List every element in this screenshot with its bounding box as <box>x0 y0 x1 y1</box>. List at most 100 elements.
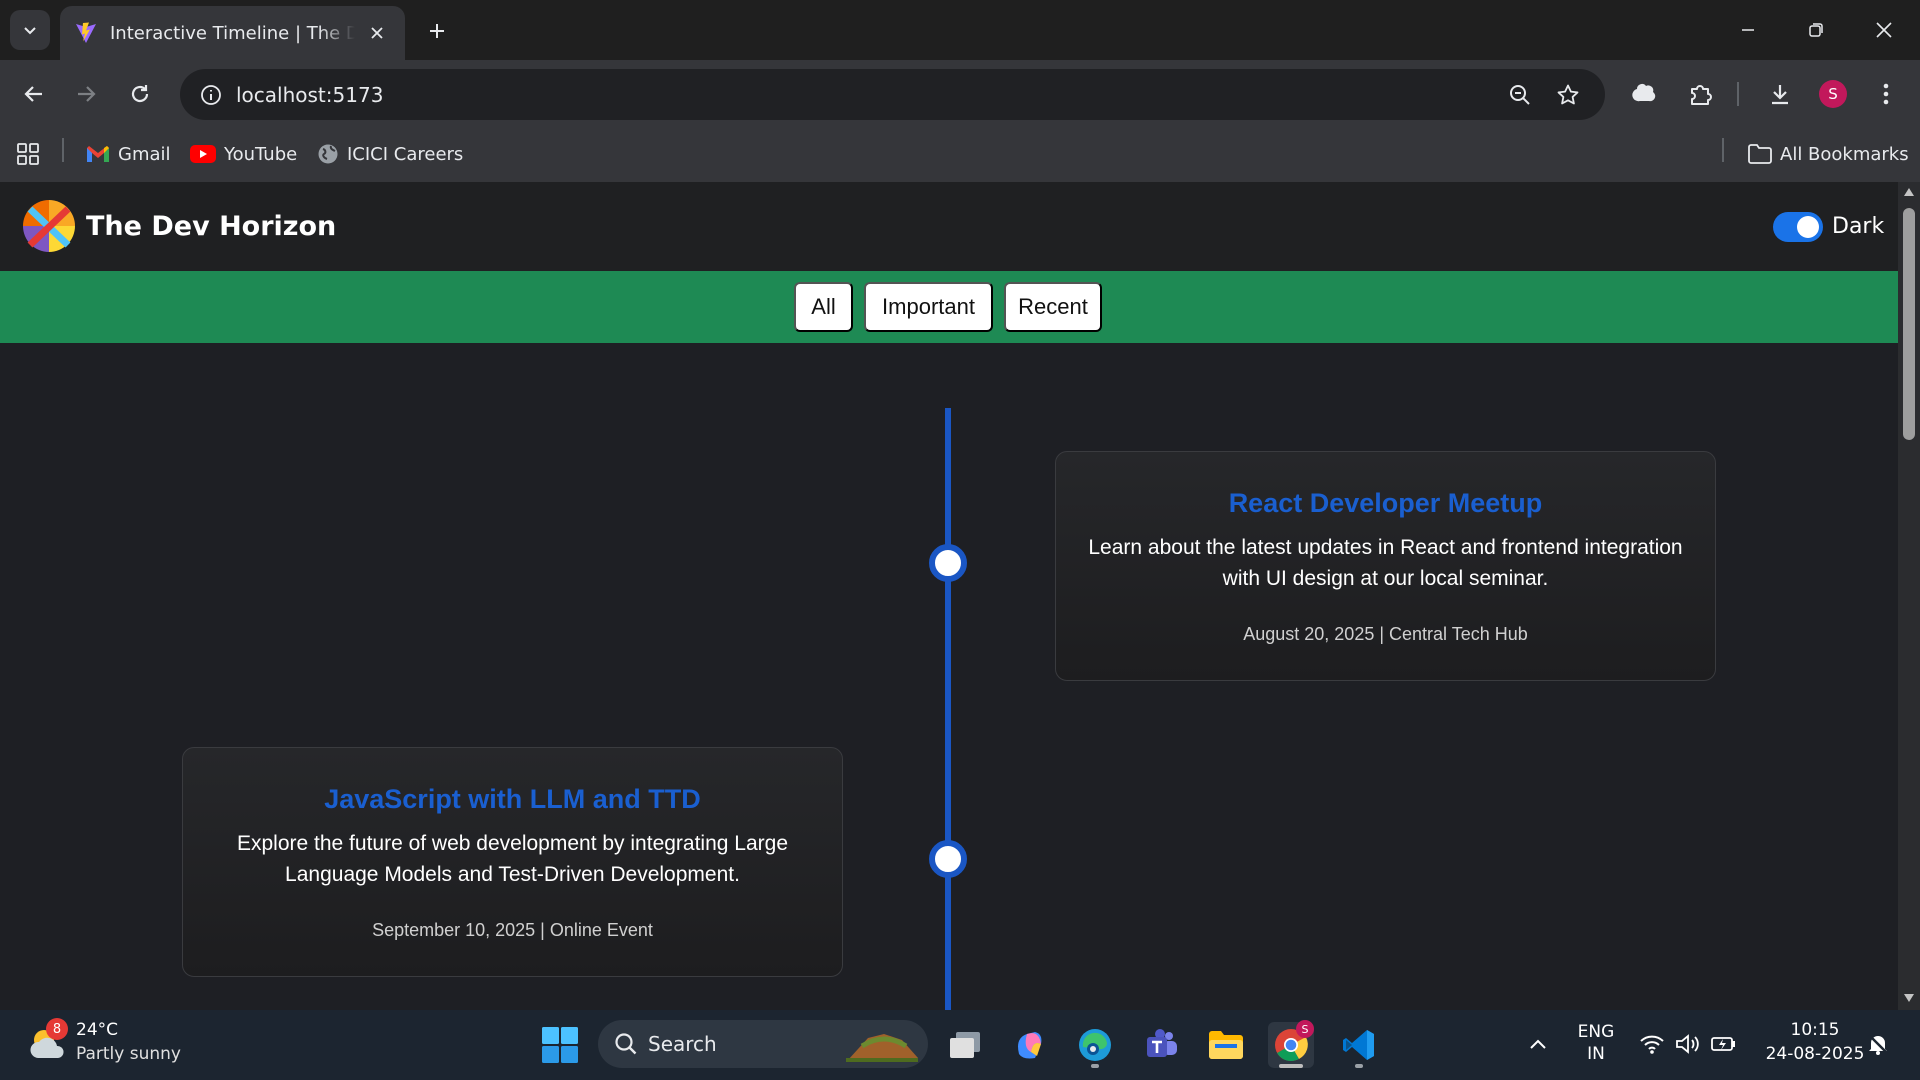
url-text[interactable]: localhost:5173 <box>236 83 383 107</box>
extensions-button[interactable] <box>1680 74 1720 114</box>
avatar: S <box>1819 80 1847 108</box>
apps-button[interactable] <box>16 136 48 172</box>
notifications-button[interactable] <box>1864 1030 1892 1058</box>
reload-icon <box>131 85 149 103</box>
browser-tab-active[interactable]: Interactive Timeline | The Dev Horizon <box>60 6 405 60</box>
filter-recent-button[interactable]: Recent <box>1004 282 1102 332</box>
volume-button[interactable] <box>1674 1030 1702 1058</box>
extension-puzzle-button[interactable] <box>1624 74 1664 114</box>
bookmark-separator <box>62 138 64 162</box>
event-title: React Developer Meetup <box>1228 488 1543 518</box>
clock-date[interactable]: 24-08-2025 <box>1760 1044 1870 1064</box>
chrome-app[interactable]: S <box>1268 1020 1314 1068</box>
timeline-dot <box>929 544 967 582</box>
bookmark-label: ICICI Careers <box>347 143 464 165</box>
plus-icon <box>430 24 444 38</box>
folder-icon <box>1748 144 1772 164</box>
taskbar-search[interactable]: Search <box>598 1020 928 1068</box>
show-hidden-icons-button[interactable] <box>1524 1030 1552 1058</box>
language-indicator[interactable]: ENG <box>1573 1022 1619 1042</box>
speaker-icon <box>1676 1034 1699 1054</box>
vscode-app[interactable] <box>1336 1022 1382 1068</box>
minimize-button[interactable] <box>1722 10 1774 50</box>
minimize-icon <box>1742 29 1754 31</box>
chevron-up-icon <box>1530 1039 1546 1049</box>
star-icon <box>1557 84 1579 104</box>
filter-important-button[interactable]: Important <box>864 282 993 332</box>
event-meta: August 20, 2025 | Central Tech Hub <box>1243 624 1528 644</box>
forward-button[interactable] <box>66 74 106 114</box>
timeline-line <box>945 408 951 1010</box>
battery-button[interactable] <box>1710 1030 1738 1058</box>
back-button[interactable] <box>14 74 54 114</box>
language-region[interactable]: IN <box>1573 1044 1619 1064</box>
info-icon <box>201 84 221 105</box>
address-bar[interactable]: localhost:5173 <box>180 69 1605 120</box>
folder-icon <box>1209 1031 1243 1059</box>
battery-charging-icon <box>1711 1037 1735 1051</box>
notification-bell-icon <box>1868 1034 1888 1055</box>
zoom-button[interactable] <box>1498 69 1542 120</box>
scroll-up-arrow[interactable] <box>1903 186 1915 198</box>
event-card-javascript-llm[interactable]: JavaScript with LLM and TTD Explore the … <box>182 747 843 977</box>
edge-app[interactable] <box>1072 1022 1118 1068</box>
youtube-icon <box>190 145 216 163</box>
weather-condition[interactable]: Partly sunny <box>76 1044 181 1064</box>
site-title: The Dev Horizon <box>86 211 337 242</box>
tab-search-button[interactable] <box>10 10 50 50</box>
page-viewport: The Dev Horizon Dark All Important Recen… <box>0 182 1898 1010</box>
close-window-button[interactable] <box>1858 10 1910 50</box>
chevron-down-icon <box>24 27 36 35</box>
filter-all-button[interactable]: All <box>794 282 853 332</box>
site-info-button[interactable] <box>186 69 236 120</box>
bookmark-separator <box>1722 138 1724 162</box>
clock-time[interactable]: 10:15 <box>1760 1020 1870 1040</box>
zoom-out-icon <box>1510 84 1530 105</box>
weather-temperature[interactable]: 24°C <box>76 1020 118 1040</box>
scroll-down-arrow[interactable] <box>1903 992 1915 1004</box>
tab-close-button[interactable] <box>363 19 391 47</box>
page-scrollbar[interactable] <box>1898 182 1920 1010</box>
bookmark-icici-careers[interactable]: ICICI Careers <box>317 136 463 172</box>
download-icon <box>1772 85 1788 105</box>
toolbar-separator <box>1737 82 1739 106</box>
event-description: Learn about the latest updates in React … <box>1088 536 1683 590</box>
profile-button[interactable]: S <box>1813 74 1853 114</box>
windows-start-icon[interactable] <box>540 1025 580 1065</box>
task-view-button[interactable] <box>942 1022 988 1068</box>
menu-button[interactable] <box>1866 74 1906 114</box>
teams-app[interactable] <box>1138 1022 1184 1068</box>
new-tab-button[interactable] <box>420 14 454 48</box>
search-label: Search <box>648 1032 717 1056</box>
all-bookmarks-label: All Bookmarks <box>1780 143 1909 165</box>
wifi-button[interactable] <box>1638 1030 1666 1058</box>
edge-icon <box>1079 1029 1111 1061</box>
arrow-right-icon <box>78 86 96 102</box>
site-header: The Dev Horizon Dark <box>0 182 1898 271</box>
landscape-highlight-icon <box>846 1034 918 1062</box>
extension-blob-icon <box>1632 84 1656 102</box>
all-bookmarks-button[interactable]: All Bookmarks <box>1748 136 1909 172</box>
bookmark-star-button[interactable] <box>1546 69 1590 120</box>
bookmark-youtube[interactable]: YouTube <box>190 136 297 172</box>
event-card-react-meetup[interactable]: React Developer Meetup Learn about the l… <box>1055 451 1716 681</box>
copilot-icon <box>1018 1032 1042 1059</box>
scroll-thumb[interactable] <box>1903 208 1915 440</box>
kebab-menu-icon <box>1883 83 1889 105</box>
reload-button[interactable] <box>120 74 160 114</box>
close-icon <box>371 27 383 39</box>
site-logo-icon <box>23 200 75 252</box>
tab-title: Interactive Timeline | The Dev Horizon <box>110 22 355 44</box>
file-explorer-app[interactable] <box>1203 1022 1249 1068</box>
downloads-button[interactable] <box>1760 74 1800 114</box>
copilot-app[interactable] <box>1007 1022 1053 1068</box>
puzzle-icon <box>1691 85 1712 105</box>
apps-grid-icon <box>17 143 39 165</box>
restore-button[interactable] <box>1790 10 1842 50</box>
bookmark-gmail[interactable]: Gmail <box>86 136 171 172</box>
timeline-dot <box>929 840 967 878</box>
triangle-up-icon <box>1904 188 1914 196</box>
wifi-icon <box>1640 1035 1664 1054</box>
filter-bar: All Important Recent <box>0 271 1898 343</box>
theme-toggle-switch[interactable] <box>1773 212 1823 242</box>
